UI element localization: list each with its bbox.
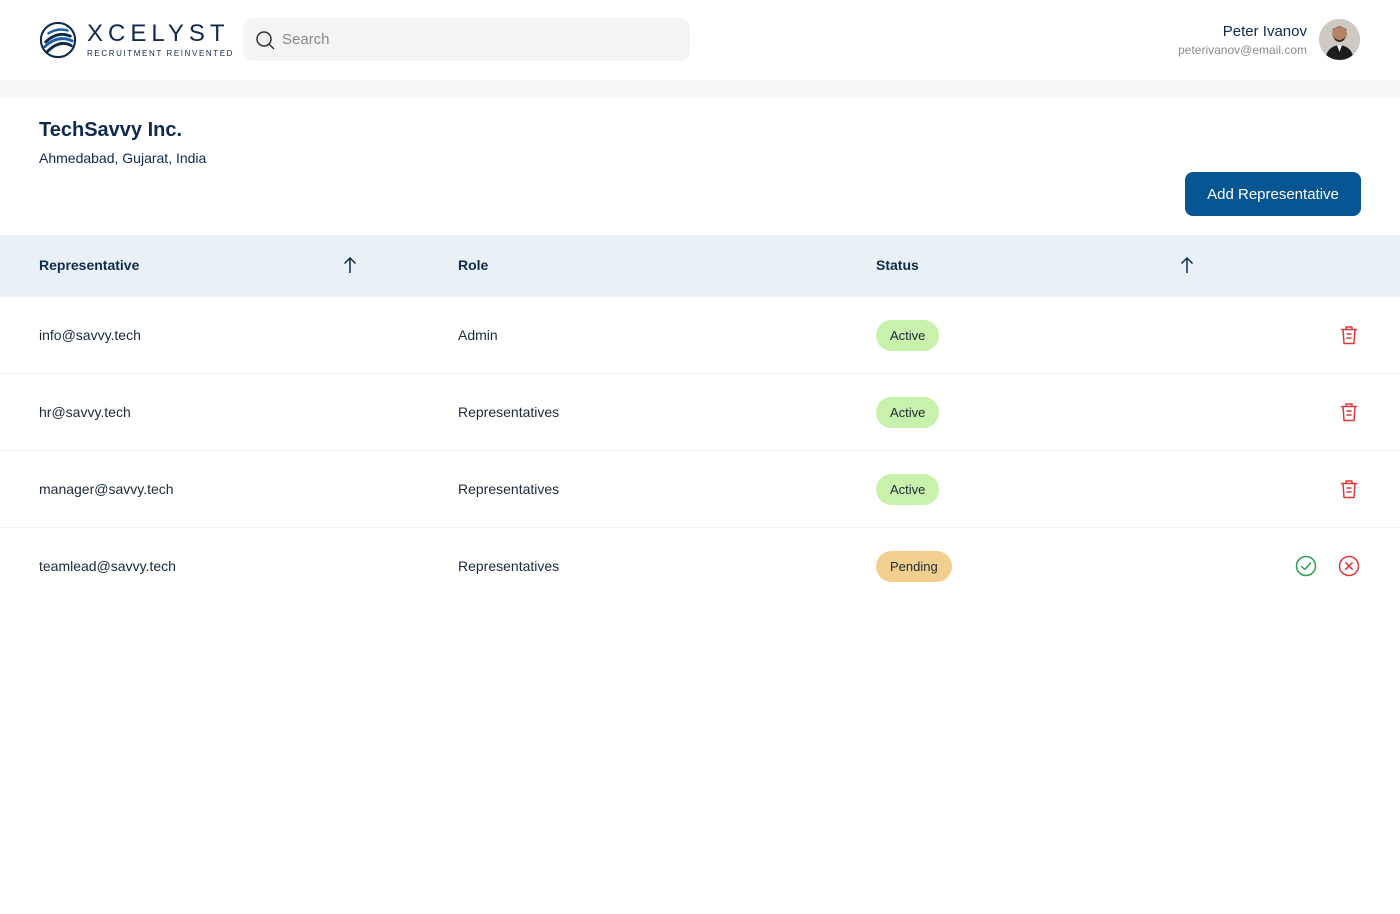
- representative-role: Representatives: [458, 481, 560, 497]
- brand-name: XCELYST: [87, 20, 230, 47]
- status-badge: Pending: [876, 551, 952, 582]
- trash-icon[interactable]: [1338, 401, 1360, 423]
- representative-role: Admin: [458, 327, 498, 343]
- representative-email: teamlead@savvy.tech: [39, 558, 176, 574]
- company-name: TechSavvy Inc.: [39, 119, 183, 141]
- brand-tagline: RECRUITMENT REINVENTED: [87, 49, 235, 58]
- column-header-representative[interactable]: Representative: [39, 257, 139, 273]
- arrow-up-icon[interactable]: [1180, 256, 1194, 274]
- globe-logo-icon: [39, 21, 77, 59]
- status-badge: Active: [876, 474, 940, 505]
- column-header-status[interactable]: Status: [876, 257, 919, 273]
- representative-email: hr@savvy.tech: [39, 404, 131, 420]
- check-circle-icon[interactable]: [1295, 555, 1317, 577]
- representative-role: Representatives: [458, 558, 560, 574]
- table-row: teamlead@savvy.tech Representatives Pend…: [0, 528, 1400, 605]
- user-profile[interactable]: Peter Ivanov peterivanov@email.com: [1178, 19, 1360, 60]
- representative-role: Representatives: [458, 404, 560, 420]
- column-header-role: Role: [458, 257, 489, 273]
- representative-email: info@savvy.tech: [39, 327, 141, 343]
- add-representative-button[interactable]: Add Representative: [1185, 172, 1361, 216]
- status-badge: Active: [876, 397, 940, 428]
- trash-icon[interactable]: [1338, 478, 1360, 500]
- header-divider-band: [0, 80, 1400, 98]
- search-box[interactable]: [243, 18, 690, 61]
- table-header: Representative Role Status: [0, 235, 1400, 297]
- brand-logo[interactable]: XCELYST RECRUITMENT REINVENTED: [39, 20, 234, 60]
- top-header: XCELYST RECRUITMENT REINVENTED Peter Iva…: [0, 0, 1400, 80]
- table-row: info@savvy.tech Admin Active: [0, 297, 1400, 374]
- arrow-up-icon[interactable]: [343, 256, 357, 274]
- search-input[interactable]: [282, 31, 662, 48]
- user-name: Peter Ivanov: [1222, 22, 1307, 40]
- search-icon: [256, 30, 275, 49]
- table-row: manager@savvy.tech Representatives Activ…: [0, 451, 1400, 528]
- company-location: Ahmedabad, Gujarat, India: [39, 150, 207, 166]
- user-avatar-icon: [1319, 19, 1360, 60]
- avatar[interactable]: [1319, 19, 1360, 60]
- user-email: peterivanov@email.com: [1178, 42, 1307, 57]
- trash-icon[interactable]: [1338, 324, 1360, 346]
- table-row: hr@savvy.tech Representatives Active: [0, 374, 1400, 451]
- x-circle-icon[interactable]: [1338, 555, 1360, 577]
- representative-email: manager@savvy.tech: [39, 481, 174, 497]
- status-badge: Active: [876, 320, 940, 351]
